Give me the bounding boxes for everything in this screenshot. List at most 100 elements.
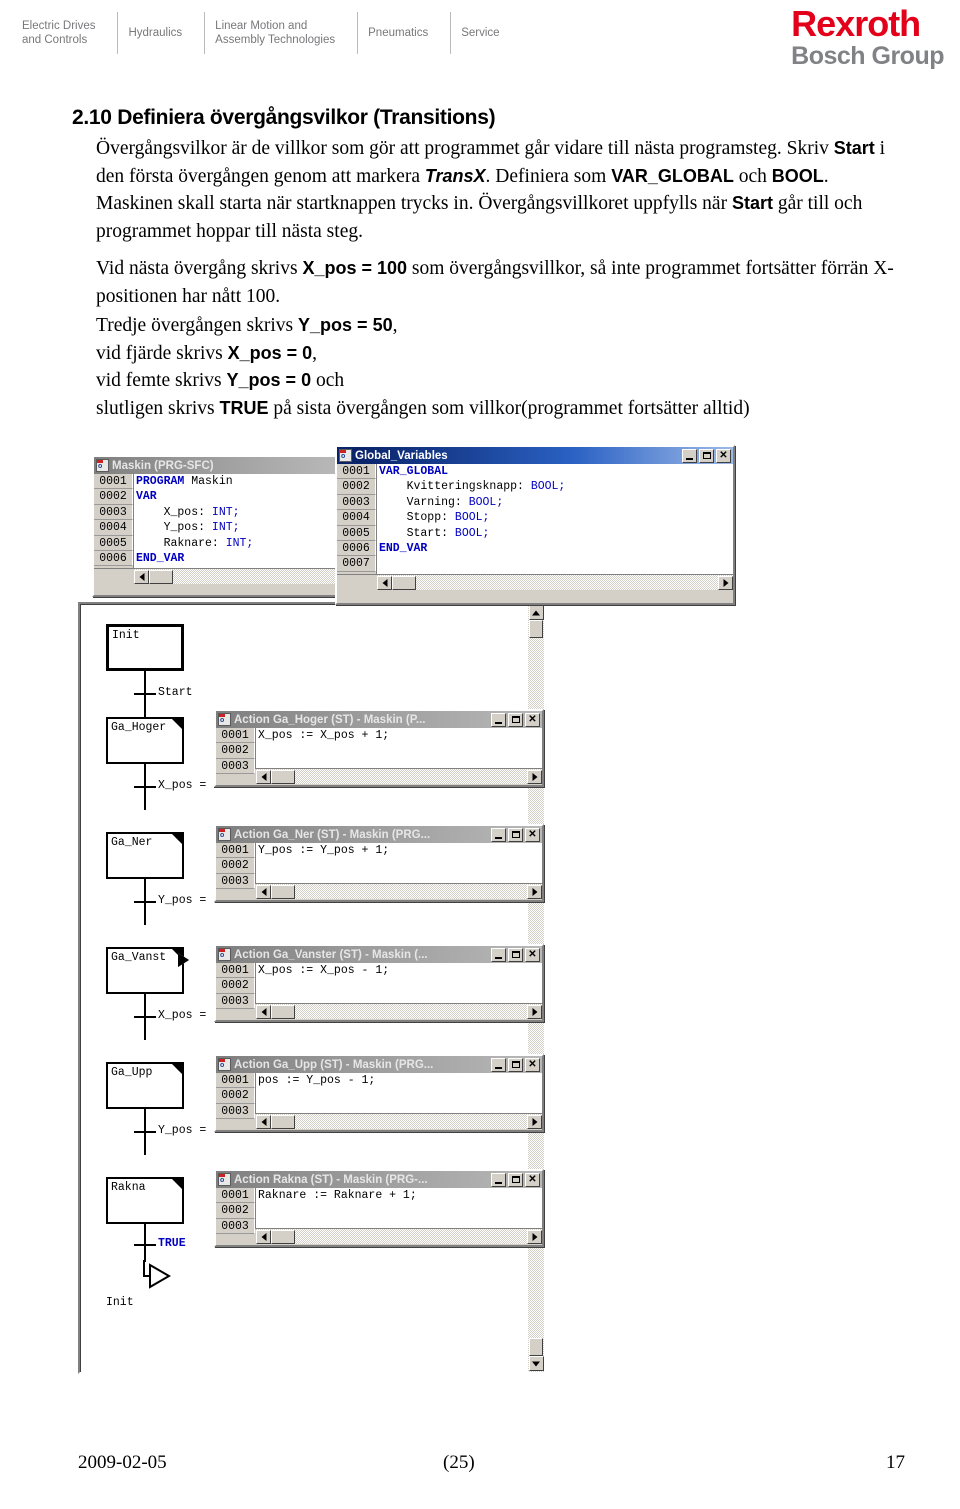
scroll-right-button[interactable] [527,1004,542,1019]
window-titlebar-action-0[interactable]: Action Ga_Hoger (ST) - Maskin (P... ✕ [216,711,542,728]
code-line[interactable]: Varning: BOOL; [379,495,733,510]
scroll-thumb-lower[interactable] [529,1338,543,1356]
sfc-transition-label-start[interactable]: Start [158,686,193,699]
scrollbar-track[interactable] [134,569,336,584]
window-titlebar-global-variables[interactable]: Global_Variables ✕ [337,447,733,464]
scroll-thumb[interactable] [271,1114,295,1129]
code-line[interactable]: Y_pos: INT; [136,520,336,535]
code-pane-action-2[interactable]: 0001 0002 0003 X_pos := X_pos - 1; [216,963,542,1010]
window-titlebar-action-4[interactable]: Action Rakna (ST) - Maskin (PRG-... ✕ [216,1171,542,1188]
code-pane-action-1[interactable]: 0001 0002 0003 Y_pos := Y_pos + 1; [216,843,542,890]
minimize-button[interactable] [491,827,506,842]
code-lines[interactable]: PROGRAM Maskin VAR X_pos: INT; Y_pos: INT… [134,474,336,568]
scroll-thumb[interactable] [149,569,173,584]
minimize-button[interactable] [491,712,506,727]
scroll-left-button[interactable] [256,1229,271,1244]
scroll-thumb[interactable] [529,620,543,638]
sfc-step-rakna[interactable]: Rakna [106,1177,184,1224]
code-line[interactable]: Stopp: BOOL; [379,510,733,525]
scroll-thumb[interactable] [271,884,295,899]
sfc-transition-label-xpos0[interactable]: X_pos = 0 [158,1009,220,1022]
scroll-thumb[interactable] [271,769,295,784]
scrollbar-track[interactable] [256,769,542,784]
minimize-button[interactable] [491,947,506,962]
maximize-button[interactable] [508,1057,523,1072]
code-line[interactable]: PROGRAM Maskin [136,474,336,489]
scroll-right-button[interactable] [527,884,542,899]
scroll-left-button[interactable] [256,769,271,784]
window-action-0[interactable]: Action Ga_Hoger (ST) - Maskin (P... ✕ 0001… [214,709,544,787]
code-line[interactable]: Y_pos := Y_pos + 1; [258,843,542,858]
window-titlebar-action-3[interactable]: Action Ga_Upp (ST) - Maskin (PRG... ✕ [216,1056,542,1073]
code-line[interactable]: END_VAR [136,551,336,566]
maximize-button[interactable] [508,827,523,842]
code-line[interactable]: VAR [136,489,336,504]
horizontal-scrollbar-global-variables[interactable] [337,574,733,590]
code-pane-global-variables[interactable]: 0001 0002 0003 0004 0005 0006 0007 VAR_GLOBAL … [337,464,733,574]
code-pane-action-0[interactable]: 0001 0002 0003 X_pos := X_pos + 1; [216,728,542,775]
window-maskin[interactable]: Maskin (PRG-SFC) 00010002000300040005000… [92,455,338,597]
scrollbar-track[interactable] [256,884,542,899]
code-lines[interactable]: pos := Y_pos - 1; [256,1073,542,1113]
code-pane-action-3[interactable]: 0001 0002 0003 pos := Y_pos - 1; [216,1073,542,1120]
maximize-button[interactable] [508,947,523,962]
horizontal-scrollbar-action-0[interactable] [216,768,542,784]
close-button[interactable]: ✕ [525,1057,540,1072]
code-lines[interactable]: Y_pos := Y_pos + 1; [256,843,542,883]
sfc-step-ga-ner[interactable]: Ga_Ner [106,832,184,879]
window-titlebar-action-1[interactable]: Action Ga_Ner (ST) - Maskin (PRG... ✕ [216,826,542,843]
close-button[interactable]: ✕ [525,947,540,962]
scrollbar-track[interactable] [256,1229,542,1244]
scroll-down-button[interactable] [528,1356,544,1371]
close-button[interactable]: ✕ [716,448,731,463]
scroll-left-button[interactable] [256,884,271,899]
code-lines[interactable]: Raknare := Raknare + 1; [256,1188,542,1228]
code-line[interactable]: X_pos: INT; [136,505,336,520]
scroll-left-button[interactable] [377,575,392,590]
code-line[interactable]: pos := Y_pos - 1; [258,1073,542,1088]
code-line[interactable]: X_pos := X_pos + 1; [258,728,542,743]
minimize-button[interactable] [682,448,697,463]
minimize-button[interactable] [491,1057,506,1072]
close-button[interactable]: ✕ [525,1172,540,1187]
code-line[interactable]: Kvitteringsknapp: BOOL; [379,479,733,494]
scroll-left-button[interactable] [134,569,149,584]
sfc-step-ga-vanst[interactable]: Ga_Vanst [106,947,189,994]
horizontal-scrollbar-action-3[interactable] [216,1113,542,1129]
code-lines[interactable]: VAR_GLOBAL Kvitteringsknapp: BOOL; Varni… [377,464,733,574]
code-lines[interactable]: X_pos := X_pos + 1; [256,728,542,768]
sfc-step-ga-hoger[interactable]: Ga_Hoger [106,717,184,764]
sfc-step-init[interactable]: Init [106,624,184,671]
sfc-step-ga-upp[interactable]: Ga_Upp [106,1062,184,1109]
scroll-right-button[interactable] [527,1229,542,1244]
window-action-3[interactable]: Action Ga_Upp (ST) - Maskin (PRG... ✕ 0001… [214,1054,544,1132]
window-action-2[interactable]: Action Ga_Vanster (ST) - Maskin (... ✕ 000… [214,944,544,1022]
maximize-button[interactable] [508,1172,523,1187]
code-line[interactable]: END_VAR [379,541,733,556]
sfc-transition-label-true[interactable]: TRUE [158,1237,186,1250]
window-titlebar-maskin[interactable]: Maskin (PRG-SFC) [94,457,336,474]
window-titlebar-action-2[interactable]: Action Ga_Vanster (ST) - Maskin (... ✕ [216,946,542,963]
horizontal-scrollbar-maskin[interactable] [94,568,336,584]
horizontal-scrollbar-action-2[interactable] [216,1003,542,1019]
scrollbar-track[interactable] [377,575,733,590]
close-button[interactable]: ✕ [525,712,540,727]
code-pane-action-4[interactable]: 0001 0002 0003 Raknare := Raknare + 1; [216,1188,542,1235]
scroll-up-button[interactable] [528,605,544,620]
close-button[interactable]: ✕ [525,827,540,842]
scroll-right-button[interactable] [527,769,542,784]
code-line[interactable]: Raknare: INT; [136,536,336,551]
scroll-right-button[interactable] [718,575,733,590]
scroll-thumb[interactable] [271,1229,295,1244]
sfc-transition-label-ypos0[interactable]: Y_pos = 0 [158,1124,220,1137]
window-action-1[interactable]: Action Ga_Ner (ST) - Maskin (PRG... ✕ 0001… [214,824,544,902]
horizontal-scrollbar-action-1[interactable] [216,883,542,899]
code-line[interactable]: VAR_GLOBAL [379,464,733,479]
code-lines[interactable]: X_pos := X_pos - 1; [256,963,542,1003]
scroll-left-button[interactable] [256,1114,271,1129]
maximize-button[interactable] [699,448,714,463]
window-action-4[interactable]: Action Rakna (ST) - Maskin (PRG-... ✕ 0001… [214,1169,544,1247]
scroll-thumb[interactable] [392,575,416,590]
scrollbar-track[interactable] [256,1114,542,1129]
horizontal-scrollbar-action-4[interactable] [216,1228,542,1244]
